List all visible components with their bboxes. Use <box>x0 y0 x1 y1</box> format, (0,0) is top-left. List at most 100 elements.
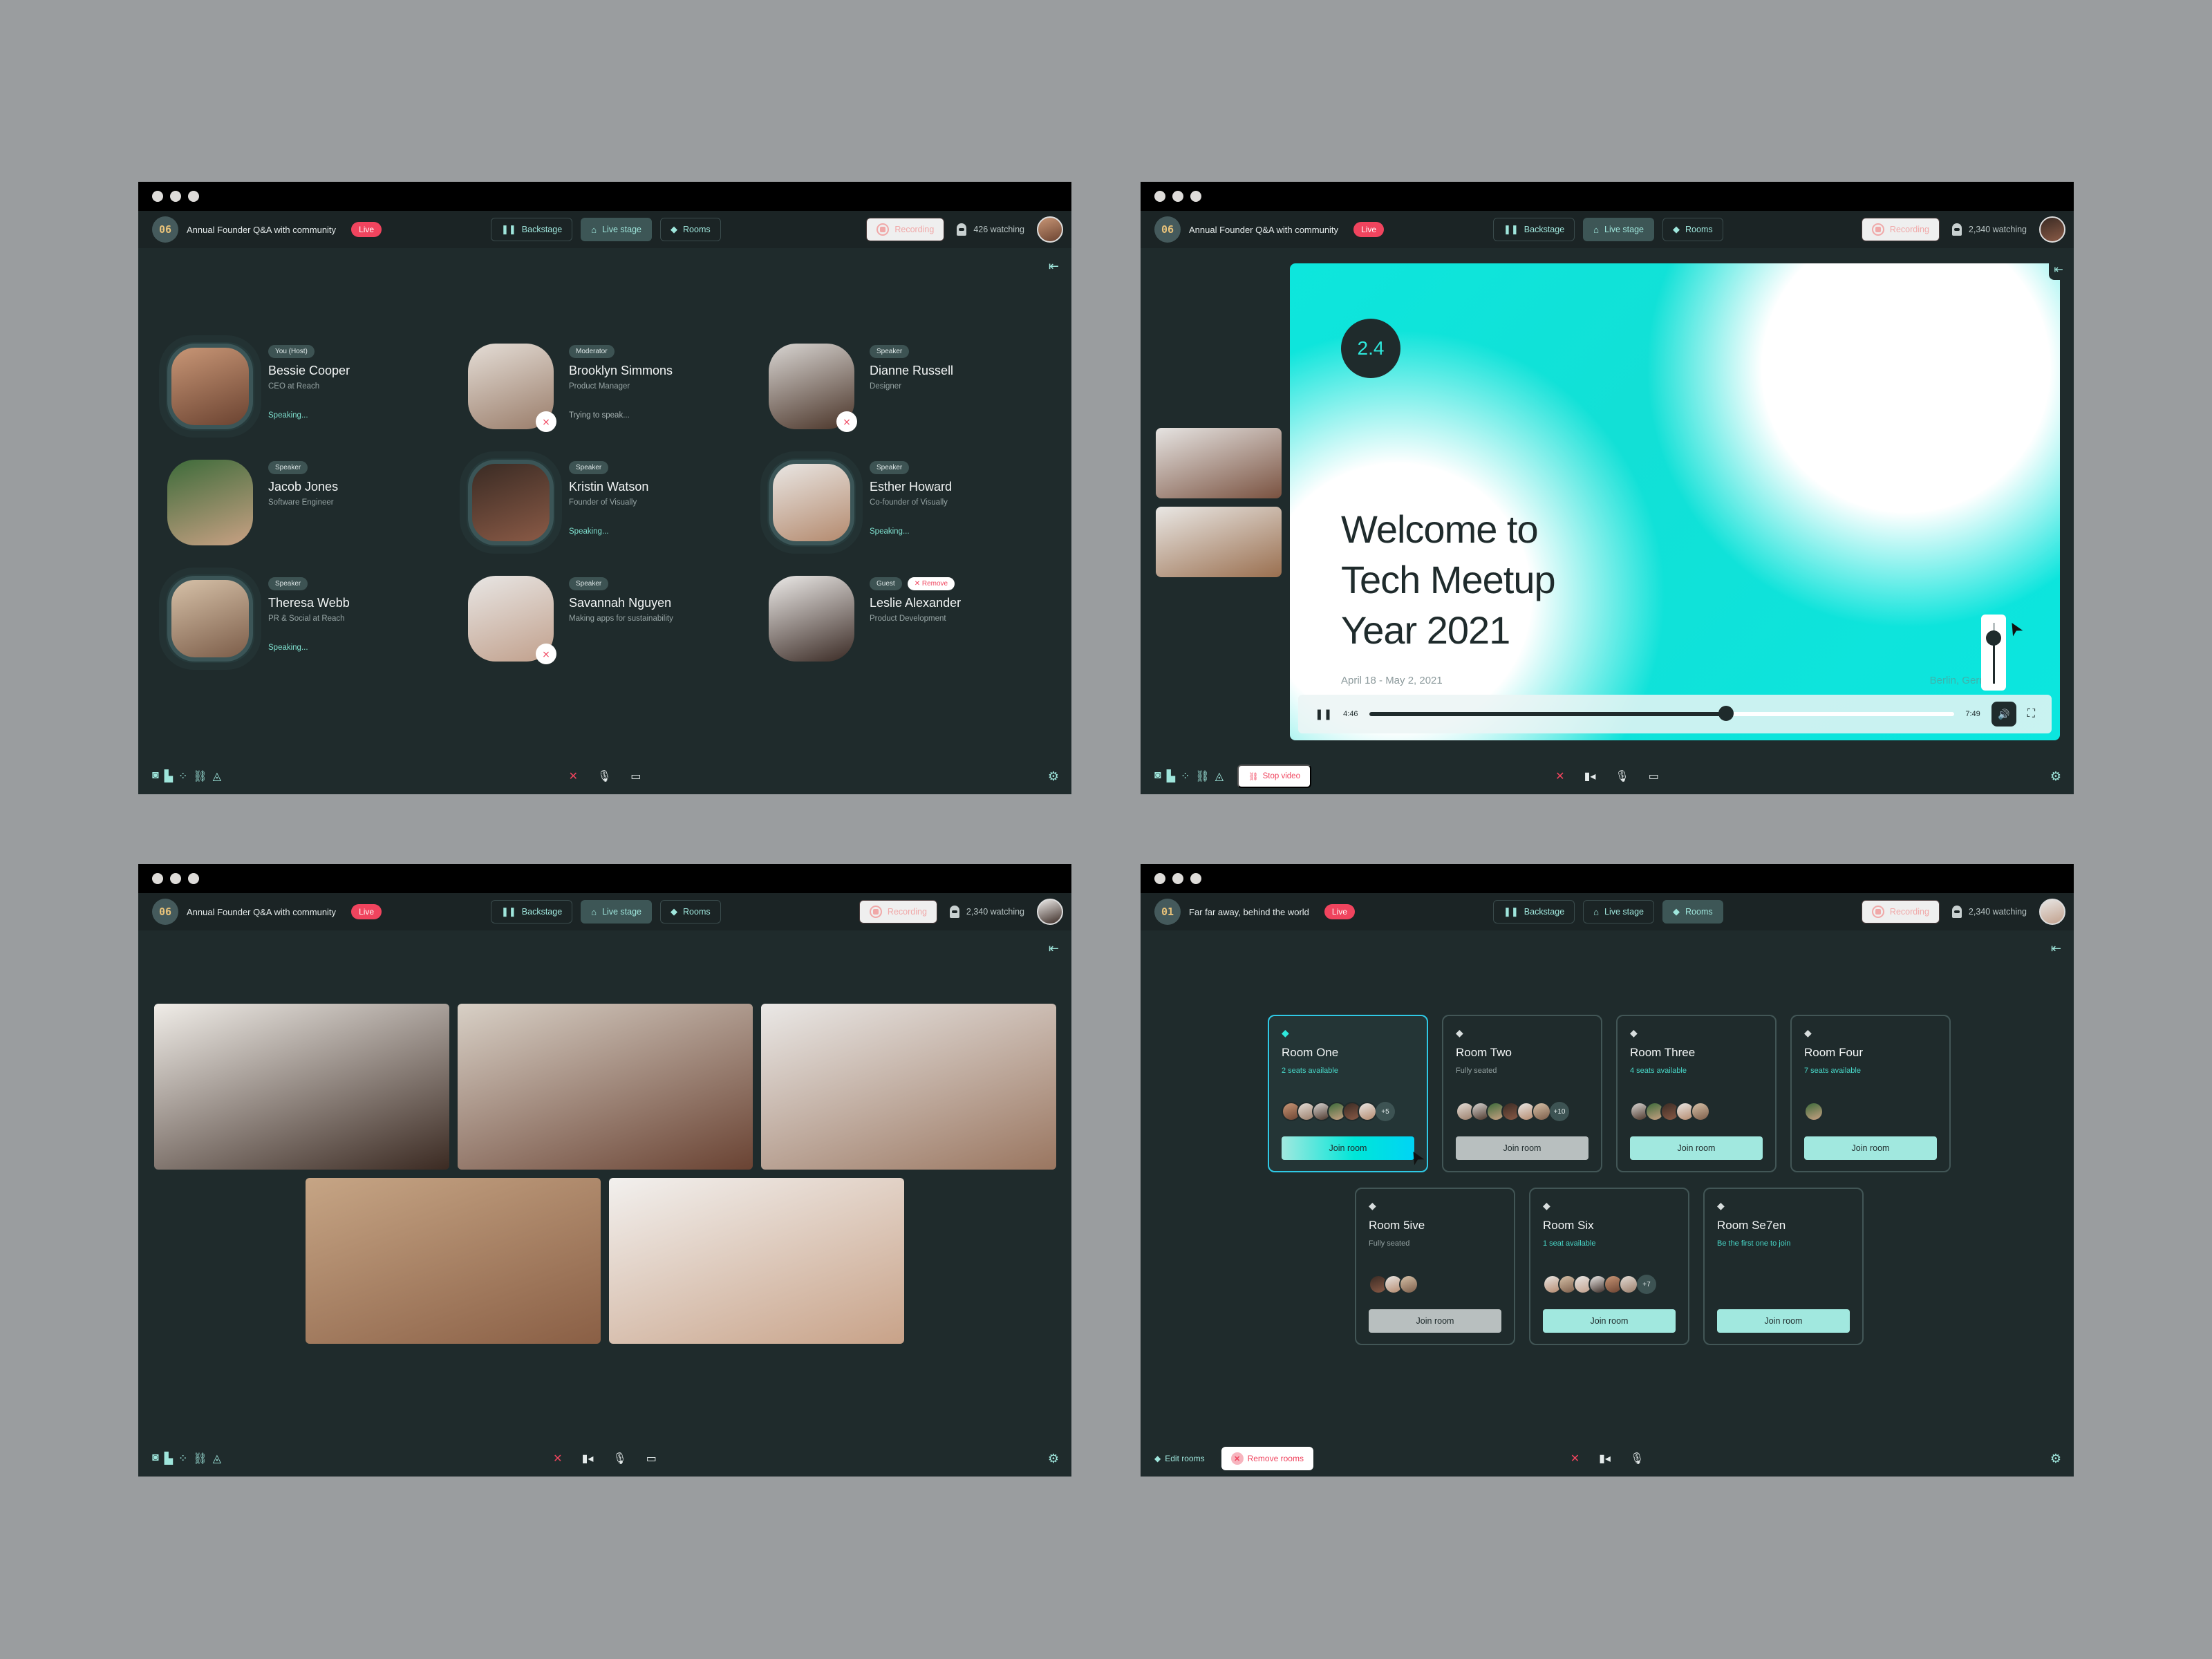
mic-icon[interactable]: 🎙 <box>597 769 611 783</box>
video-tile[interactable] <box>457 1004 753 1170</box>
tab-live-stage[interactable]: ⌂ Live stage <box>581 218 653 241</box>
join-room-button[interactable]: Join room <box>1456 1136 1588 1160</box>
video-icon[interactable]: ▮◂ <box>1584 769 1596 783</box>
hangup-x-icon[interactable]: ✕ <box>569 769 578 783</box>
tab-backstage[interactable]: ❚❚ Backstage <box>1493 218 1575 241</box>
video-tile[interactable] <box>760 1004 1056 1170</box>
join-room-button[interactable]: Join room <box>1717 1309 1850 1333</box>
collapse-left-icon[interactable]: ⇤ <box>2051 941 2061 956</box>
camera-icon[interactable]: ◙ <box>1154 769 1161 783</box>
mic-icon[interactable]: 🎙 <box>1615 769 1629 783</box>
apps-icon[interactable]: ⁘ <box>178 1452 187 1465</box>
window-control-minimize[interactable] <box>1172 873 1183 884</box>
window-control-minimize[interactable] <box>170 191 181 202</box>
user-avatar[interactable] <box>2039 899 2065 925</box>
join-room-button[interactable]: Join room <box>1804 1136 1937 1160</box>
room-card[interactable]: ◆ Room Se7en Be the first one to join Jo… <box>1703 1188 1864 1345</box>
tab-live-stage[interactable]: ⌂ Live stage <box>1583 218 1655 241</box>
paint-bucket-icon[interactable]: ◬ <box>213 769 221 783</box>
edit-rooms-button[interactable]: ◆ Edit rooms <box>1154 1454 1205 1463</box>
window-control-close[interactable] <box>152 191 163 202</box>
tab-rooms[interactable]: ◆ Rooms <box>660 218 721 241</box>
seek-bar[interactable] <box>1369 706 1955 721</box>
tab-backstage[interactable]: ❚❚ Backstage <box>491 900 573 924</box>
tab-live-stage[interactable]: ⌂ Live stage <box>581 900 653 924</box>
screen-share-icon[interactable]: ▭ <box>630 769 641 783</box>
user-avatar[interactable] <box>1037 899 1063 925</box>
window-control-maximize[interactable] <box>1190 873 1201 884</box>
chart-icon[interactable]: ▙ <box>165 1452 173 1465</box>
apps-icon[interactable]: ⁘ <box>1181 769 1190 783</box>
chart-icon[interactable]: ▙ <box>165 769 173 783</box>
video-tile[interactable] <box>306 1178 601 1344</box>
camera-icon[interactable]: ◙ <box>152 769 159 783</box>
apps-icon[interactable]: ⁘ <box>178 769 187 783</box>
window-control-close[interactable] <box>152 873 163 884</box>
fullscreen-icon[interactable]: ⛶ <box>2027 708 2035 720</box>
gear-icon[interactable]: ⚙ <box>2050 1452 2061 1466</box>
remove-rooms-button[interactable]: ✕ Remove rooms <box>1221 1447 1313 1470</box>
mic-icon[interactable]: 🎙 <box>612 1452 626 1465</box>
camera-icon[interactable]: ◙ <box>152 1452 159 1465</box>
stop-video-button[interactable]: ⛓ Stop video <box>1237 765 1311 788</box>
window-control-maximize[interactable] <box>188 873 199 884</box>
paint-bucket-icon[interactable]: ◬ <box>213 1452 221 1465</box>
pause-icon[interactable]: ❚❚ <box>1315 708 1332 720</box>
screen-share-icon[interactable]: ▭ <box>1649 769 1659 783</box>
window-control-close[interactable] <box>1154 873 1165 884</box>
video-icon[interactable]: ▮◂ <box>1599 1452 1611 1465</box>
tab-backstage[interactable]: ❚❚ Backstage <box>491 218 573 241</box>
paint-bucket-icon[interactable]: ◬ <box>1215 769 1224 783</box>
participant-thumbnail[interactable] <box>1156 507 1282 577</box>
join-room-button[interactable]: Join room <box>1369 1309 1501 1333</box>
window-control-close[interactable] <box>1154 191 1165 202</box>
room-card[interactable]: ◆ Room Two Fully seated +10 Join room <box>1442 1015 1602 1172</box>
remove-speaker-button[interactable]: ✕ Remove <box>907 577 955 590</box>
collapse-left-icon[interactable]: ⇤ <box>2049 259 2068 280</box>
hangup-x-icon[interactable]: ✕ <box>1571 1452 1580 1465</box>
seek-knob[interactable] <box>1718 706 1734 721</box>
video-tile[interactable] <box>153 1004 449 1170</box>
window-control-minimize[interactable] <box>170 873 181 884</box>
recording-button[interactable]: Recording <box>859 900 937 924</box>
recording-button[interactable]: Recording <box>866 218 945 241</box>
recording-button[interactable]: Recording <box>1861 900 1940 924</box>
video-icon[interactable]: ▮◂ <box>582 1452 594 1465</box>
collapse-left-icon[interactable]: ⇤ <box>1049 259 1059 274</box>
tab-rooms[interactable]: ◆ Rooms <box>660 900 721 924</box>
room-card[interactable]: ◆ Room 5ive Fully seated Join room <box>1355 1188 1515 1345</box>
volume-knob[interactable] <box>1986 630 2001 646</box>
hangup-x-icon[interactable]: ✕ <box>1555 769 1564 783</box>
tab-rooms[interactable]: ◆ Rooms <box>1662 900 1723 924</box>
screen-share-icon[interactable]: ▭ <box>646 1452 657 1465</box>
join-room-button[interactable]: Join room <box>1543 1309 1676 1333</box>
volume-slider[interactable] <box>1981 615 2006 691</box>
recording-button[interactable]: Recording <box>1861 218 1940 241</box>
room-card[interactable]: ◆ Room Six 1 seat available +7 Join room <box>1529 1188 1689 1345</box>
join-room-button[interactable]: Join room <box>1282 1136 1414 1160</box>
gear-icon[interactable]: ⚙ <box>1048 769 1059 784</box>
chart-icon[interactable]: ▙ <box>1167 769 1175 783</box>
room-card[interactable]: ◆ Room Four 7 seats available Join room <box>1790 1015 1951 1172</box>
gear-icon[interactable]: ⚙ <box>2050 769 2061 784</box>
video-tile[interactable] <box>609 1178 904 1344</box>
tab-backstage[interactable]: ❚❚ Backstage <box>1493 900 1575 924</box>
collapse-left-icon[interactable]: ⇤ <box>1049 941 1059 956</box>
participant-thumbnail[interactable] <box>1156 428 1282 498</box>
user-avatar[interactable] <box>2039 216 2065 243</box>
gear-icon[interactable]: ⚙ <box>1048 1452 1059 1466</box>
window-control-maximize[interactable] <box>188 191 199 202</box>
room-card[interactable]: ◆ Room One 2 seats available +5 Join roo… <box>1268 1015 1429 1172</box>
tab-rooms[interactable]: ◆ Rooms <box>1662 218 1723 241</box>
window-control-maximize[interactable] <box>1190 191 1201 202</box>
mic-icon[interactable]: 🎙 <box>1630 1452 1644 1465</box>
link-icon[interactable]: ⛓ <box>1195 769 1209 783</box>
link-icon[interactable]: ⛓ <box>193 1452 207 1465</box>
room-card[interactable]: ◆ Room Three 4 seats available Join room <box>1616 1015 1777 1172</box>
tab-live-stage[interactable]: ⌂ Live stage <box>1583 900 1655 924</box>
user-avatar[interactable] <box>1037 216 1063 243</box>
link-icon[interactable]: ⛓ <box>193 769 207 783</box>
hangup-x-icon[interactable]: ✕ <box>553 1452 562 1465</box>
volume-icon[interactable]: 🔊 <box>1991 702 2016 727</box>
window-control-minimize[interactable] <box>1172 191 1183 202</box>
